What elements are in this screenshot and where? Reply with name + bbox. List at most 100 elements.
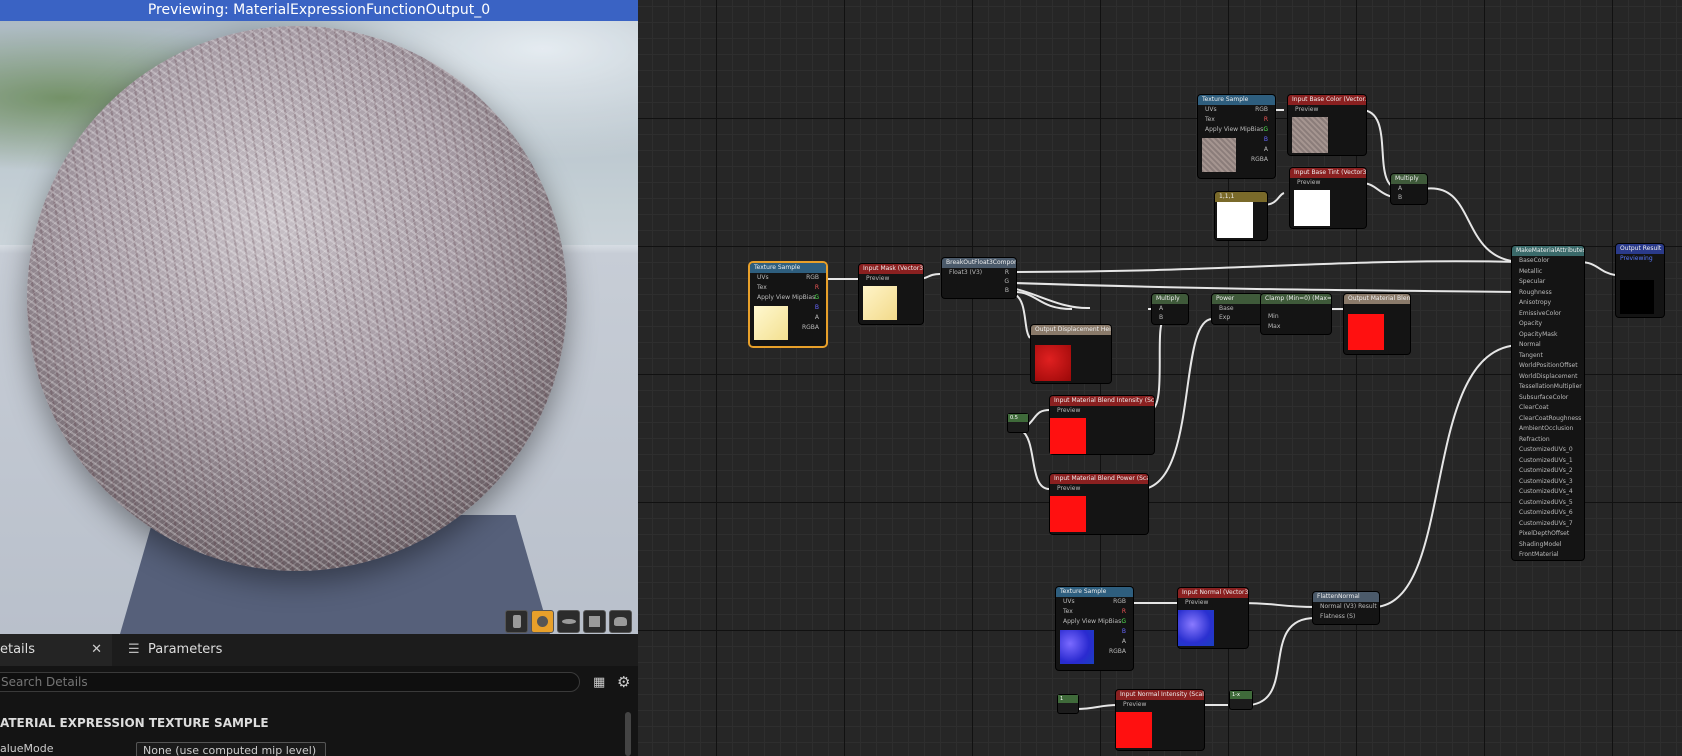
attribute-pin[interactable]: SubsurfaceColor xyxy=(1512,393,1584,404)
attribute-pin[interactable]: Opacity xyxy=(1512,319,1584,330)
attribute-pin[interactable]: BaseColor xyxy=(1512,256,1584,267)
cylinder-icon[interactable] xyxy=(505,610,528,633)
sphere-icon[interactable] xyxy=(531,610,554,633)
attribute-pin[interactable]: CustomizedUVs_6 xyxy=(1512,508,1584,519)
pin-label[interactable]: B xyxy=(1391,193,1427,202)
pin-label[interactable]: Preview xyxy=(1116,700,1204,710)
pin-label[interactable]: RGBA xyxy=(1109,647,1133,657)
attribute-pin[interactable]: PixelDepthOffset xyxy=(1512,529,1584,540)
pin-label[interactable]: Exp xyxy=(1212,313,1262,322)
attribute-pin[interactable]: CustomizedUVs_2 xyxy=(1512,466,1584,477)
attribute-pin[interactable]: OpacityMask xyxy=(1512,330,1584,341)
attribute-pin[interactable]: WorldPositionOffset xyxy=(1512,361,1584,372)
table-view-icon[interactable]: ▦ xyxy=(593,675,605,690)
pin-label[interactable]: Min xyxy=(1261,312,1331,322)
mip-value-mode-dropdown[interactable]: None (use computed mip level) xyxy=(136,742,326,756)
pin-label[interactable]: R xyxy=(1251,115,1275,125)
pin-label[interactable]: Flatness (S) xyxy=(1313,612,1379,622)
attribute-pin[interactable]: CustomizedUVs_0 xyxy=(1512,445,1584,456)
pin-label[interactable]: Preview xyxy=(1050,406,1154,416)
attribute-pin[interactable]: EmissiveColor xyxy=(1512,309,1584,320)
input-base-tint-node[interactable]: Input Base Tint (Vector3) Preview xyxy=(1290,168,1366,228)
pin-label[interactable]: Previewing xyxy=(1616,254,1664,264)
texture-sample-node[interactable]: Texture Sample UVs Tex Apply View MipBia… xyxy=(1198,95,1275,178)
flatten-normal-node[interactable]: FlattenNormal Normal (V3) Result Flatnes… xyxy=(1313,592,1379,624)
pin-label[interactable]: A xyxy=(802,313,826,323)
pin-label[interactable]: G xyxy=(1004,277,1016,286)
tab-details[interactable]: etails ✕ xyxy=(0,634,112,666)
material-graph-canvas[interactable]: Texture Sample UVs Tex Apply View MipBia… xyxy=(638,0,1682,756)
attribute-pin[interactable]: CustomizedUVs_7 xyxy=(1512,519,1584,530)
pin-label[interactable]: Normal (V3) Result xyxy=(1313,602,1379,612)
attribute-pin[interactable]: FrontMaterial xyxy=(1512,550,1584,561)
pin-label[interactable]: A xyxy=(1251,145,1275,155)
clamp-node[interactable]: Clamp (Min=0) (Max=1) Min Max xyxy=(1261,294,1331,334)
pin-label[interactable]: B xyxy=(802,303,826,313)
pin-label[interactable]: Preview xyxy=(1178,598,1248,608)
attribute-pin[interactable]: ClearCoatRoughness xyxy=(1512,414,1584,425)
pin-label[interactable]: Base xyxy=(1212,304,1262,313)
attribute-pin[interactable]: Roughness xyxy=(1512,288,1584,299)
attribute-pin[interactable]: AmbientOcclusion xyxy=(1512,424,1584,435)
attribute-pin[interactable]: CustomizedUVs_4 xyxy=(1512,487,1584,498)
constant-node[interactable]: 0.5 xyxy=(1008,414,1028,432)
attribute-pin[interactable]: ClearCoat xyxy=(1512,403,1584,414)
input-blend-power-node[interactable]: Input Material Blend Power (Scalar) Prev… xyxy=(1050,474,1148,534)
tab-parameters[interactable]: ☰ Parameters xyxy=(128,634,222,666)
input-mask-node[interactable]: Input Mask (Vector3) Preview xyxy=(859,264,923,324)
attribute-pin[interactable]: CustomizedUVs_5 xyxy=(1512,498,1584,509)
search-details-input[interactable] xyxy=(0,672,580,692)
attribute-pin[interactable]: Metallic xyxy=(1512,267,1584,278)
plane-icon[interactable] xyxy=(557,610,580,633)
pin-label[interactable]: RGB xyxy=(1251,105,1275,115)
pin-label[interactable]: A xyxy=(1109,637,1133,647)
constant3-vector-node[interactable]: 1,1,1 xyxy=(1215,192,1267,240)
details-scrollbar[interactable] xyxy=(625,712,631,756)
pin-label[interactable]: G xyxy=(1109,617,1133,627)
breakout-float3-node[interactable]: BreakOutFloat3Components Float3 (V3) R G… xyxy=(942,258,1016,298)
pin-label[interactable]: R xyxy=(1004,268,1016,277)
one-minus-node[interactable]: 1-x xyxy=(1230,691,1252,709)
attribute-pin[interactable]: ShadingModel xyxy=(1512,540,1584,551)
pin-label[interactable]: B xyxy=(1152,313,1188,322)
input-normal-node[interactable]: Input Normal (Vector3) Preview xyxy=(1178,588,1248,648)
teapot-icon[interactable] xyxy=(609,610,632,633)
output-result-node[interactable]: Output Result Previewing xyxy=(1616,244,1664,317)
pin-label[interactable]: Preview xyxy=(1290,178,1366,188)
pin-label[interactable]: B xyxy=(1004,286,1016,295)
attribute-pin[interactable]: Anisotropy xyxy=(1512,298,1584,309)
pin-label[interactable]: Max xyxy=(1261,322,1331,332)
pin-label[interactable]: RGB xyxy=(802,273,826,283)
output-displacement-node[interactable]: Output Displacement Height xyxy=(1031,325,1111,383)
pin-label[interactable]: RGBA xyxy=(802,323,826,333)
attribute-pin[interactable]: Specular xyxy=(1512,277,1584,288)
pin-label[interactable]: A xyxy=(1152,304,1188,313)
pin-label[interactable]: B xyxy=(1109,627,1133,637)
input-normal-intensity-node[interactable]: Input Normal Intensity (Scalar) Preview xyxy=(1116,690,1204,750)
multiply-node[interactable]: Multiply A B xyxy=(1391,174,1427,204)
attribute-pin[interactable]: WorldDisplacement xyxy=(1512,372,1584,383)
pin-label[interactable]: R xyxy=(802,283,826,293)
power-node[interactable]: Power Base Exp xyxy=(1212,294,1262,324)
cube-icon[interactable] xyxy=(583,610,606,633)
input-blend-intensity-node[interactable]: Input Material Blend Intensity (Scalar) … xyxy=(1050,396,1154,454)
attribute-pin[interactable]: CustomizedUVs_1 xyxy=(1512,456,1584,467)
attribute-pin[interactable]: TessellationMultiplier xyxy=(1512,382,1584,393)
pin-label[interactable]: A xyxy=(1391,184,1427,193)
pin-label[interactable]: G xyxy=(1251,125,1275,135)
gear-icon[interactable]: ⚙ xyxy=(617,673,630,691)
multiply-node[interactable]: Multiply A B xyxy=(1152,294,1188,324)
attribute-pin[interactable]: Normal xyxy=(1512,340,1584,351)
pin-label[interactable]: Preview xyxy=(1050,484,1148,494)
attribute-pin[interactable]: Refraction xyxy=(1512,435,1584,446)
pin-label[interactable]: Preview xyxy=(859,274,923,284)
input-base-color-node[interactable]: Input Base Color (Vector3) Preview xyxy=(1288,95,1366,155)
pin-label[interactable]: G xyxy=(802,293,826,303)
pin-label[interactable]: B xyxy=(1251,135,1275,145)
attribute-pin[interactable]: CustomizedUVs_3 xyxy=(1512,477,1584,488)
texture-sample-node[interactable]: Texture Sample UVs Tex Apply View MipBia… xyxy=(1056,587,1133,670)
pin-label[interactable]: R xyxy=(1109,607,1133,617)
pin-label[interactable]: RGB xyxy=(1109,597,1133,607)
close-icon[interactable]: ✕ xyxy=(91,634,102,666)
material-preview-viewport[interactable]: Previewing: MaterialExpressionFunctionOu… xyxy=(0,0,638,634)
